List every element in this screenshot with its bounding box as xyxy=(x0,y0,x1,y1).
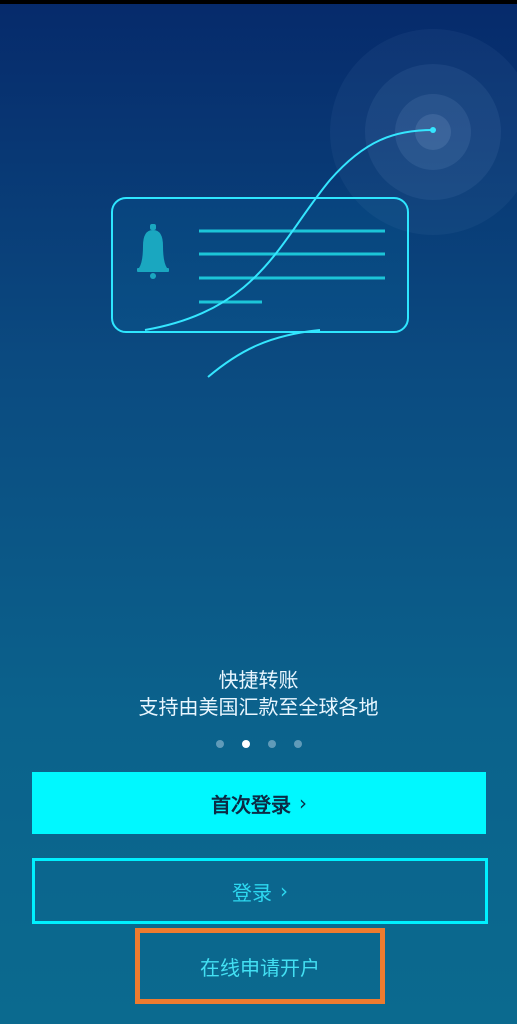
apply-online-highlight: 在线申请开户 xyxy=(135,928,385,1004)
slide-subtitle: 支持由美国汇款至全球各地 xyxy=(138,695,379,719)
chevron-right-icon: › xyxy=(280,879,288,903)
first-login-label: 首次登录 xyxy=(211,792,291,817)
first-login-button[interactable]: 首次登录 › xyxy=(32,772,486,834)
page-dot-1[interactable] xyxy=(215,740,224,748)
login-label: 登录 xyxy=(232,880,272,905)
page-dot-4[interactable] xyxy=(293,740,302,748)
page-indicator xyxy=(0,736,517,752)
chevron-right-icon: › xyxy=(299,791,307,815)
slide-title: 快捷转账 xyxy=(218,668,299,692)
page-dot-3[interactable] xyxy=(267,740,276,748)
apply-online-link[interactable]: 在线申请开户 xyxy=(200,952,320,981)
login-button[interactable]: 登录 › xyxy=(32,858,488,924)
page-dot-2[interactable] xyxy=(241,740,250,748)
curve-endpoint xyxy=(430,127,436,133)
transfer-illustration xyxy=(111,29,517,378)
transfer-curve-tail xyxy=(207,329,321,378)
